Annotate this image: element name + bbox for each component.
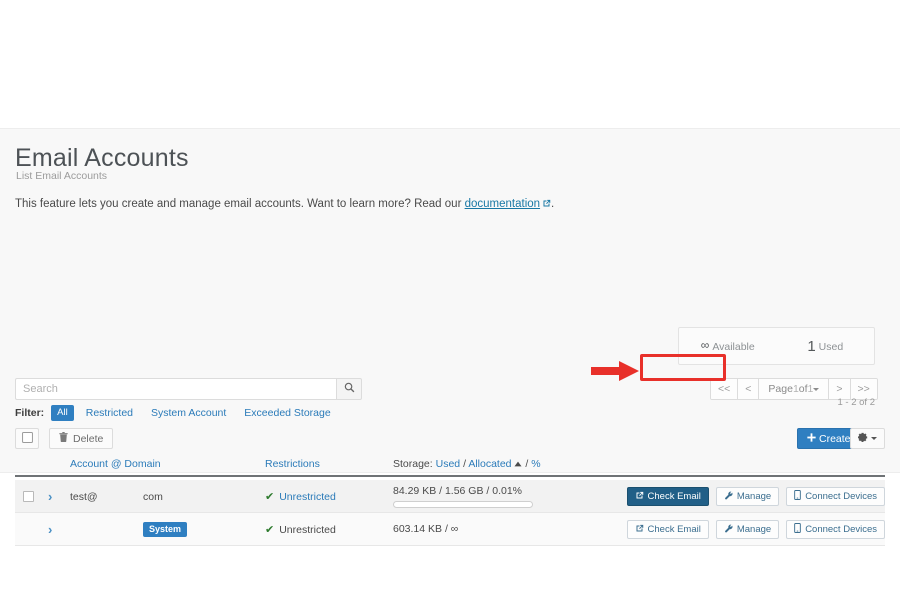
wrench-icon (724, 491, 733, 503)
manage-button-label: Manage (736, 524, 772, 535)
column-storage-allocated[interactable]: Allocated (468, 458, 511, 470)
available-label: Available (712, 341, 755, 353)
row-restriction-label[interactable]: Unrestricted (279, 491, 336, 503)
search-bar (15, 378, 362, 400)
chevron-down-icon (871, 437, 877, 440)
table-row: › test@ com ✔ Unrestricted 84.29 KB / 1.… (15, 480, 885, 513)
column-account-domain[interactable]: Account @ Domain (70, 458, 161, 470)
column-storage-sep1: / (463, 458, 466, 470)
row-account: test@ (70, 490, 98, 503)
delete-button[interactable]: Delete (49, 428, 114, 449)
select-all-checkbox[interactable] (15, 428, 39, 449)
checkbox-icon (21, 430, 33, 448)
row-restriction-label: Unrestricted (279, 523, 336, 536)
trash-icon (59, 432, 68, 445)
intro-text-after: . (551, 198, 555, 210)
pagination-page-select[interactable]: Page 1 of 1 (759, 379, 830, 399)
arrow-right-icon (591, 360, 641, 387)
column-storage-sep2: / (525, 458, 529, 470)
filter-label: Filter: (15, 407, 45, 419)
connect-devices-button-label: Connect Devices (805, 491, 877, 502)
search-input[interactable] (15, 378, 336, 400)
external-link-icon (635, 524, 644, 536)
chevron-down-icon (813, 387, 820, 391)
filter-option-system-account[interactable]: System Account (151, 407, 226, 419)
connect-devices-button-label: Connect Devices (805, 524, 877, 535)
gear-icon (858, 432, 868, 445)
settings-dropdown-button[interactable] (850, 428, 885, 449)
sort-asc-icon (514, 458, 522, 470)
pagination-next[interactable]: > (829, 379, 851, 399)
documentation-link[interactable]: documentation (465, 198, 540, 210)
column-storage-percent[interactable]: % (531, 458, 540, 470)
used-label: Used (818, 341, 844, 353)
available-value: ∞ (700, 338, 710, 352)
pagination-prev[interactable]: < (738, 379, 760, 399)
row-restrictions: ✔ Unrestricted (265, 480, 336, 513)
content-panel: Email Accounts List Email Accounts This … (0, 128, 900, 546)
intro-text: This feature lets you create and manage … (15, 198, 554, 211)
filter-option-all[interactable]: All (51, 405, 74, 421)
filter-option-exceeded-storage[interactable]: Exceeded Storage (244, 407, 330, 419)
page-title: Email Accounts (15, 144, 189, 172)
column-storage-used[interactable]: Used (436, 458, 461, 470)
pagination-last[interactable]: >> (850, 379, 877, 399)
row-domain: com (143, 490, 163, 503)
row-restrictions: ✔ Unrestricted (265, 513, 336, 546)
table-row: › System ✔ Unrestricted 603.14 KB / ∞ Ch… (15, 513, 885, 546)
row-badge: System (143, 513, 188, 546)
row-storage: 603.14 KB / ∞ (393, 513, 458, 546)
external-link-icon (635, 491, 644, 503)
check-icon: ✔ (265, 491, 275, 503)
check-email-button[interactable]: Check Email (626, 520, 709, 539)
chevron-right-icon[interactable]: › (48, 513, 52, 546)
row-storage: 84.29 KB / 1.56 GB / 0.01% (393, 480, 533, 513)
row-storage-text: 84.29 KB / 1.56 GB / 0.01% (393, 485, 522, 497)
column-storage: Storage: Used / Allocated / % (393, 458, 541, 470)
plus-icon (807, 432, 816, 445)
row-storage-text: 603.14 KB / ∞ (393, 523, 459, 535)
check-email-button-label: Check Email (647, 524, 701, 535)
filter-row: Filter: All Restricted System Account Ex… (15, 405, 349, 421)
stat-used: 1 Used (777, 337, 875, 355)
storage-progress-bar (393, 501, 533, 508)
stat-available: ∞ Available (679, 337, 777, 355)
used-value: 1 (807, 338, 816, 355)
delete-button-label: Delete (73, 432, 104, 445)
manage-button[interactable]: Manage (715, 520, 780, 539)
search-button[interactable] (336, 378, 362, 400)
breadcrumb: List Email Accounts (16, 170, 108, 182)
pagination-page-prefix: Page (768, 383, 793, 395)
manage-button[interactable]: Manage (715, 487, 780, 506)
table-header: Account @ Domain Restrictions Storage: U… (15, 458, 885, 477)
check-icon: ✔ (265, 524, 275, 536)
row-actions: Check Email Manage Connect Devices (626, 513, 885, 546)
column-restrictions[interactable]: Restrictions (265, 458, 320, 470)
pagination-first[interactable]: << (711, 379, 739, 399)
wrench-icon (724, 524, 733, 536)
filter-option-restricted[interactable]: Restricted (86, 407, 133, 419)
connect-devices-button[interactable]: Connect Devices (786, 487, 885, 506)
column-storage-prefix: Storage: (393, 458, 433, 470)
chevron-right-icon[interactable]: › (48, 480, 52, 513)
search-icon (344, 380, 355, 398)
row-actions: Check Email Manage Connect Devices (626, 480, 885, 513)
create-button-label: Create (819, 432, 851, 445)
device-icon (794, 490, 801, 503)
external-link-icon (542, 199, 551, 211)
device-icon (794, 523, 801, 536)
system-badge: System (143, 522, 188, 537)
intro-text-before: This feature lets you create and manage … (15, 198, 465, 210)
pagination-page-mid: of (798, 383, 808, 395)
check-email-button[interactable]: Check Email (626, 487, 709, 506)
check-email-button-label: Check Email (647, 491, 701, 502)
quota-stats-box: ∞ Available 1 Used (678, 327, 875, 365)
connect-devices-button[interactable]: Connect Devices (786, 520, 885, 539)
manage-button-label: Manage (736, 491, 772, 502)
email-accounts-page: Email Accounts List Email Accounts This … (0, 0, 900, 600)
row-checkbox[interactable] (23, 491, 34, 502)
